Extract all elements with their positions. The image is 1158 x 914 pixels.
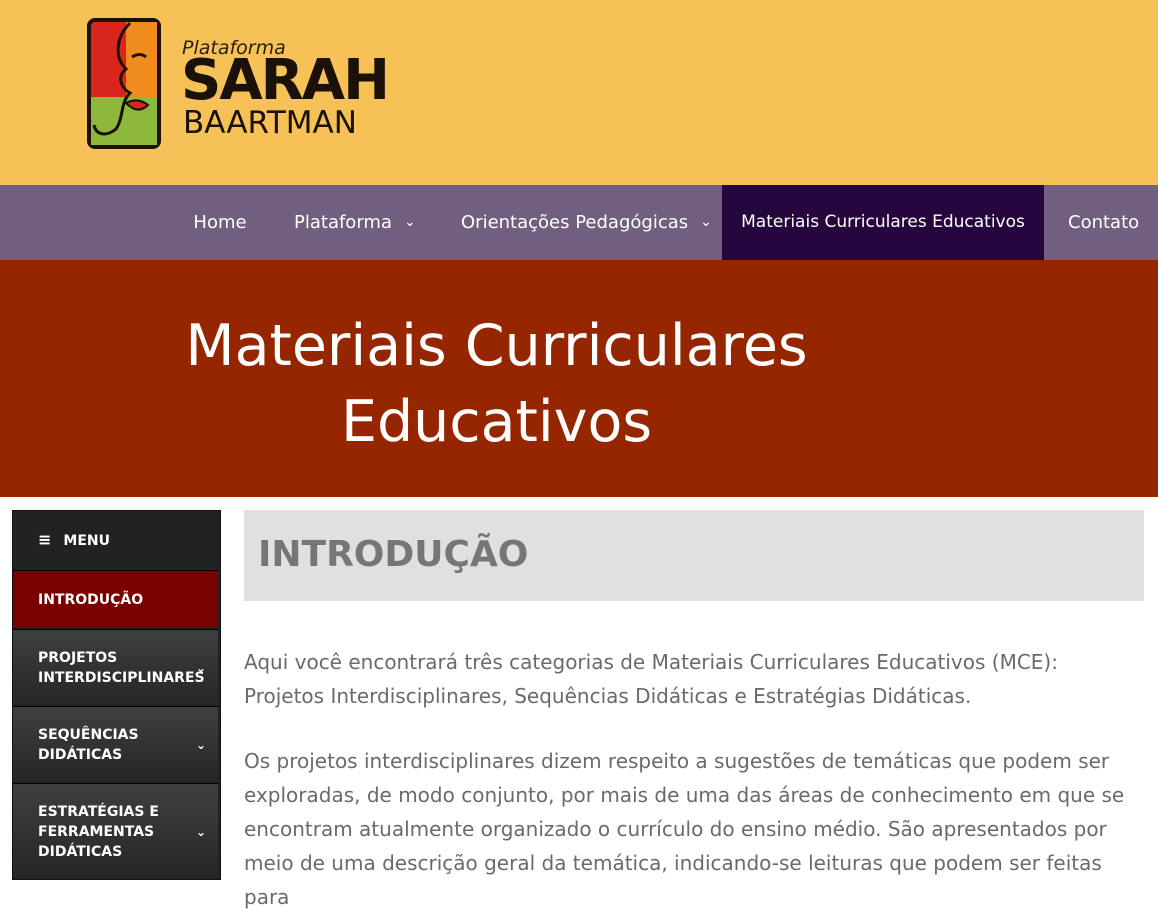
sidebar-item-sequencias[interactable]: SEQUÊNCIAS DIDÁTICAS ⌄ [13, 706, 218, 782]
nav-item-contato[interactable]: Contato [1068, 185, 1139, 260]
section-title: INTRODUÇÃO [258, 534, 529, 575]
chevron-down-icon: ⌄ [195, 660, 206, 675]
sidebar-item-label: ESTRATÉGIAS E FERRAMENTAS DIDÁTICAS [38, 803, 159, 860]
nav-item-label: Plataforma [294, 212, 392, 233]
content-paragraph: Os projetos interdisciplinares dizem res… [244, 749, 1125, 909]
nav-item-label: Materiais Curriculares Educativos [741, 212, 1025, 232]
sidebar-menu: ≡ MENU INTRODUÇÃO PROJETOS INTERDISCIPLIN… [12, 510, 221, 880]
logo-text-baartman: BAARTMAN [183, 105, 357, 141]
section-title-box: INTRODUÇÃO [244, 510, 1144, 601]
logo-text-sarah: SARAH [181, 48, 390, 113]
hamburger-icon: ≡ [38, 530, 52, 549]
logo-face-mark [87, 18, 161, 149]
nav-item-plataforma[interactable]: Plataforma ⌄ [294, 185, 416, 260]
sidebar-item-label: INTRODUÇÃO [38, 592, 144, 608]
sidebar-item-label: SEQUÊNCIAS DIDÁTICAS [38, 726, 139, 763]
sidebar-item-projetos[interactable]: PROJETOS INTERDISCIPLINARES ⌄ [13, 629, 218, 705]
chevron-down-icon: ⌄ [700, 214, 712, 230]
sidebar-menu-label: MENU [63, 533, 110, 549]
nav-item-label: Contato [1068, 212, 1140, 233]
page-title: Materiais Curriculares Educativos [185, 313, 808, 455]
sidebar-item-introducao[interactable]: INTRODUÇÃO [13, 570, 218, 628]
chevron-down-icon: ⌄ [403, 214, 416, 230]
nav-item-label: Home [193, 212, 247, 233]
sidebar-menu-toggle[interactable]: ≡ MENU [13, 511, 218, 569]
sidebar-item-estrategias[interactable]: ESTRATÉGIAS E FERRAMENTAS DIDÁTICAS ⌄ [13, 783, 218, 879]
nav-item-orientacoes[interactable]: Orientações Pedagógicas ⌄ [461, 185, 712, 260]
site-logo[interactable]: Plataforma SARAH BAARTMAN [86, 17, 390, 151]
nav-item-materiais[interactable]: Materiais Curriculares Educativos [722, 185, 1044, 260]
nav-item-home[interactable]: Home [170, 185, 270, 260]
sidebar-item-label: PROJETOS INTERDISCIPLINARES [38, 649, 205, 686]
nav-item-label: Orientações Pedagógicas [461, 212, 689, 233]
chevron-down-icon: ⌄ [195, 824, 206, 839]
chevron-down-icon: ⌄ [195, 737, 206, 752]
site-header: Plataforma SARAH BAARTMAN [0, 0, 1158, 185]
main-navigation: Home Plataforma ⌄ Orientações Pedagógicas… [0, 185, 1158, 260]
content-paragraph: Aqui você encontrará três categorias de … [244, 650, 1058, 708]
page-hero: Materiais Curriculares Educativos [0, 260, 1158, 497]
